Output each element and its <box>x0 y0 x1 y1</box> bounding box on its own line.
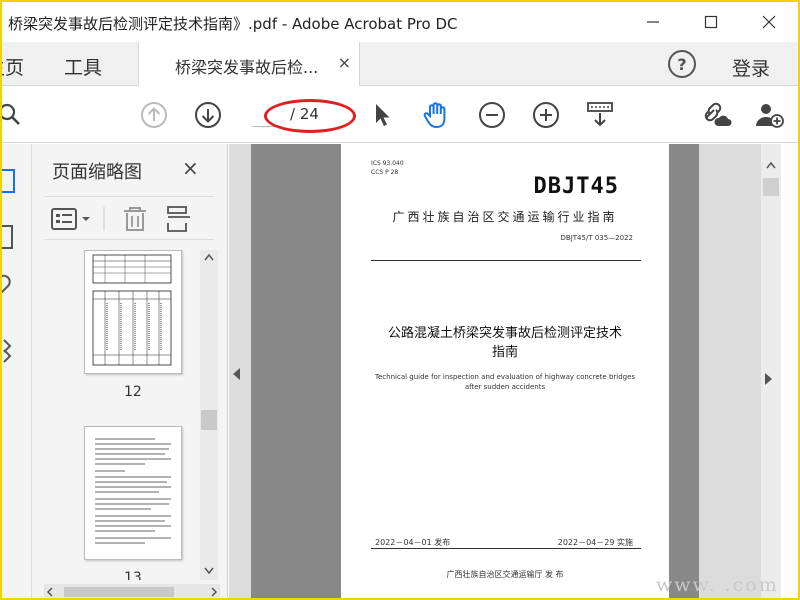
hand-tool-button[interactable] <box>420 99 452 131</box>
thumbnail-page-13[interactable] <box>84 426 182 560</box>
scroll-left-arrow-icon[interactable] <box>46 587 53 597</box>
thumbnail-panel: 页面缩略图 × 12 13 <box>32 144 228 598</box>
previous-page-button[interactable] <box>138 99 170 131</box>
publish-date: 2022－04－01 发布 <box>375 538 451 547</box>
tab-tools[interactable]: 工具 <box>64 53 102 80</box>
tab-document[interactable]: 桥梁突发事故后检... × <box>138 42 360 86</box>
standard-code: DBJT45/T 035—2022 <box>560 234 633 242</box>
search-button[interactable] <box>2 99 28 131</box>
attachments-icon[interactable] <box>2 274 11 294</box>
scroll-down-arrow-icon[interactable] <box>204 567 214 575</box>
thumbnail-scrollbar-parts <box>201 253 217 575</box>
close-window-button[interactable] <box>740 2 798 42</box>
select-tool-button[interactable] <box>366 99 398 131</box>
thumbnail-scrollbar[interactable] <box>200 250 218 580</box>
minimize-button[interactable] <box>624 2 682 42</box>
scroll-mode-icon <box>587 102 613 127</box>
maximize-button[interactable] <box>682 2 740 42</box>
doc-scroll-up-arrow-icon[interactable] <box>766 161 776 169</box>
main-toolbar: 1 / 24 <box>2 87 798 143</box>
tab-document-label: 桥梁突发事故后检... <box>175 58 319 77</box>
bookmarks-icon[interactable] <box>2 225 13 249</box>
thumbnail-panel-close-button[interactable]: × <box>182 156 199 180</box>
minimize-icon <box>647 21 659 23</box>
left-nav-icons <box>2 169 15 363</box>
scroll-mode-button[interactable] <box>584 99 616 131</box>
delete-page-icon[interactable] <box>124 207 146 231</box>
ccs-line: CCS P 28 <box>371 169 399 176</box>
close-icon <box>762 15 776 29</box>
header-rule <box>371 260 641 261</box>
highlight-annotation <box>264 99 356 133</box>
english-title: Technical guide for inspection and evalu… <box>341 372 669 392</box>
page-thumbnails-icon[interactable] <box>2 169 15 193</box>
collapse-right-panel-button[interactable] <box>765 370 773 389</box>
window-title: 桥梁突发事故后检测评定技术指南》.pdf - Adobe Acrobat Pro… <box>8 15 458 33</box>
ics-code: ICS 93.040 CCS P 28 <box>371 159 404 177</box>
thumbnail-list: 12 13 <box>44 250 200 580</box>
horizontal-scrollbar-parts <box>46 587 218 597</box>
thumbnail-page-number: 13 <box>124 570 142 580</box>
standard-series: 广西壮族自治区交通运输行业指南 <box>392 210 618 224</box>
title-line: 指南 <box>491 345 518 360</box>
thumbnail-toolbar <box>44 196 214 240</box>
hand-icon <box>423 102 446 129</box>
tab-home[interactable]: 主页 <box>2 53 24 80</box>
pdf-page[interactable]: ICS 93.040 CCS P 28 DBJT45 广西壮族自治区交通运输行业… <box>341 144 669 598</box>
watermark: www. .com <box>656 574 779 596</box>
tab-bar: 主页 工具 桥梁突发事故后检... × ? 登录 <box>2 42 798 86</box>
triangle-left-icon <box>233 368 240 380</box>
scroll-up-arrow-icon[interactable] <box>204 253 214 261</box>
footer-rule <box>371 548 641 549</box>
issuer: 广西壮族自治区交通运输厅 发 布 <box>446 570 564 579</box>
thumbnail-page-12[interactable] <box>84 250 182 374</box>
title-bar: 桥梁突发事故后检测评定技术指南》.pdf - Adobe Acrobat Pro… <box>2 2 798 42</box>
thumbnail-options-icon[interactable] <box>51 208 90 230</box>
layers-icon[interactable] <box>3 339 12 363</box>
document-title: 公路混凝土桥梁突发事故后检测评定技术 指南 <box>341 324 669 362</box>
thumbnail-page-number: 12 <box>124 384 142 400</box>
english-title-line: after sudden accidents <box>464 383 546 391</box>
link-cloud-icon <box>704 102 732 126</box>
add-user-icon <box>756 104 784 128</box>
extract-page-icon[interactable] <box>167 206 190 232</box>
app-window: 桥梁突发事故后检测评定技术指南》.pdf - Adobe Acrobat Pro… <box>0 0 800 600</box>
english-title-line: Technical guide for inspection and evalu… <box>374 373 636 381</box>
zoom-in-button[interactable] <box>530 99 562 131</box>
arrow-up-circle-icon <box>141 102 167 128</box>
minus-circle-icon <box>479 102 505 128</box>
scrollbar-handle[interactable] <box>201 410 217 430</box>
standard-logo: DBJT45 <box>533 174 619 199</box>
tab-document-close-button[interactable]: × <box>338 53 351 72</box>
horizontal-scrollbar-handle[interactable] <box>64 587 174 597</box>
thumbnail-13-preview <box>95 438 171 544</box>
window-controls <box>624 2 798 42</box>
next-page-button[interactable] <box>192 99 224 131</box>
document-view[interactable]: ICS 93.040 CCS P 28 DBJT45 广西壮族自治区交通运输行业… <box>229 144 762 598</box>
implement-date: 2022－04－29 实施 <box>557 538 633 547</box>
thumbnail-tool-icons <box>51 206 190 232</box>
maximize-icon <box>704 15 718 29</box>
zoom-out-button[interactable] <box>476 99 508 131</box>
plus-circle-icon <box>533 102 559 128</box>
add-user-button[interactable] <box>754 99 786 131</box>
search-icon <box>2 103 20 125</box>
triangle-right-icon <box>765 373 772 385</box>
thumbnail-panel-title: 页面缩略图 <box>52 162 142 183</box>
arrow-down-circle-icon <box>195 102 221 128</box>
thumbnail-horizontal-scrollbar[interactable] <box>44 584 220 598</box>
scroll-right-arrow-icon[interactable] <box>211 587 218 597</box>
login-button[interactable]: 登录 <box>732 54 770 81</box>
thumbnail-12-preview <box>92 254 172 366</box>
cursor-arrow-icon <box>376 104 390 126</box>
collapse-left-panel-button[interactable] <box>233 368 241 383</box>
document-scrollbar-handle[interactable] <box>763 178 779 196</box>
title-line: 公路混凝土桥梁突发事故后检测评定技术 <box>387 326 622 341</box>
help-button[interactable]: ? <box>668 50 696 78</box>
share-link-button[interactable] <box>700 99 732 131</box>
left-nav-strip <box>2 144 32 598</box>
ics-line: ICS 93.040 <box>371 160 404 167</box>
